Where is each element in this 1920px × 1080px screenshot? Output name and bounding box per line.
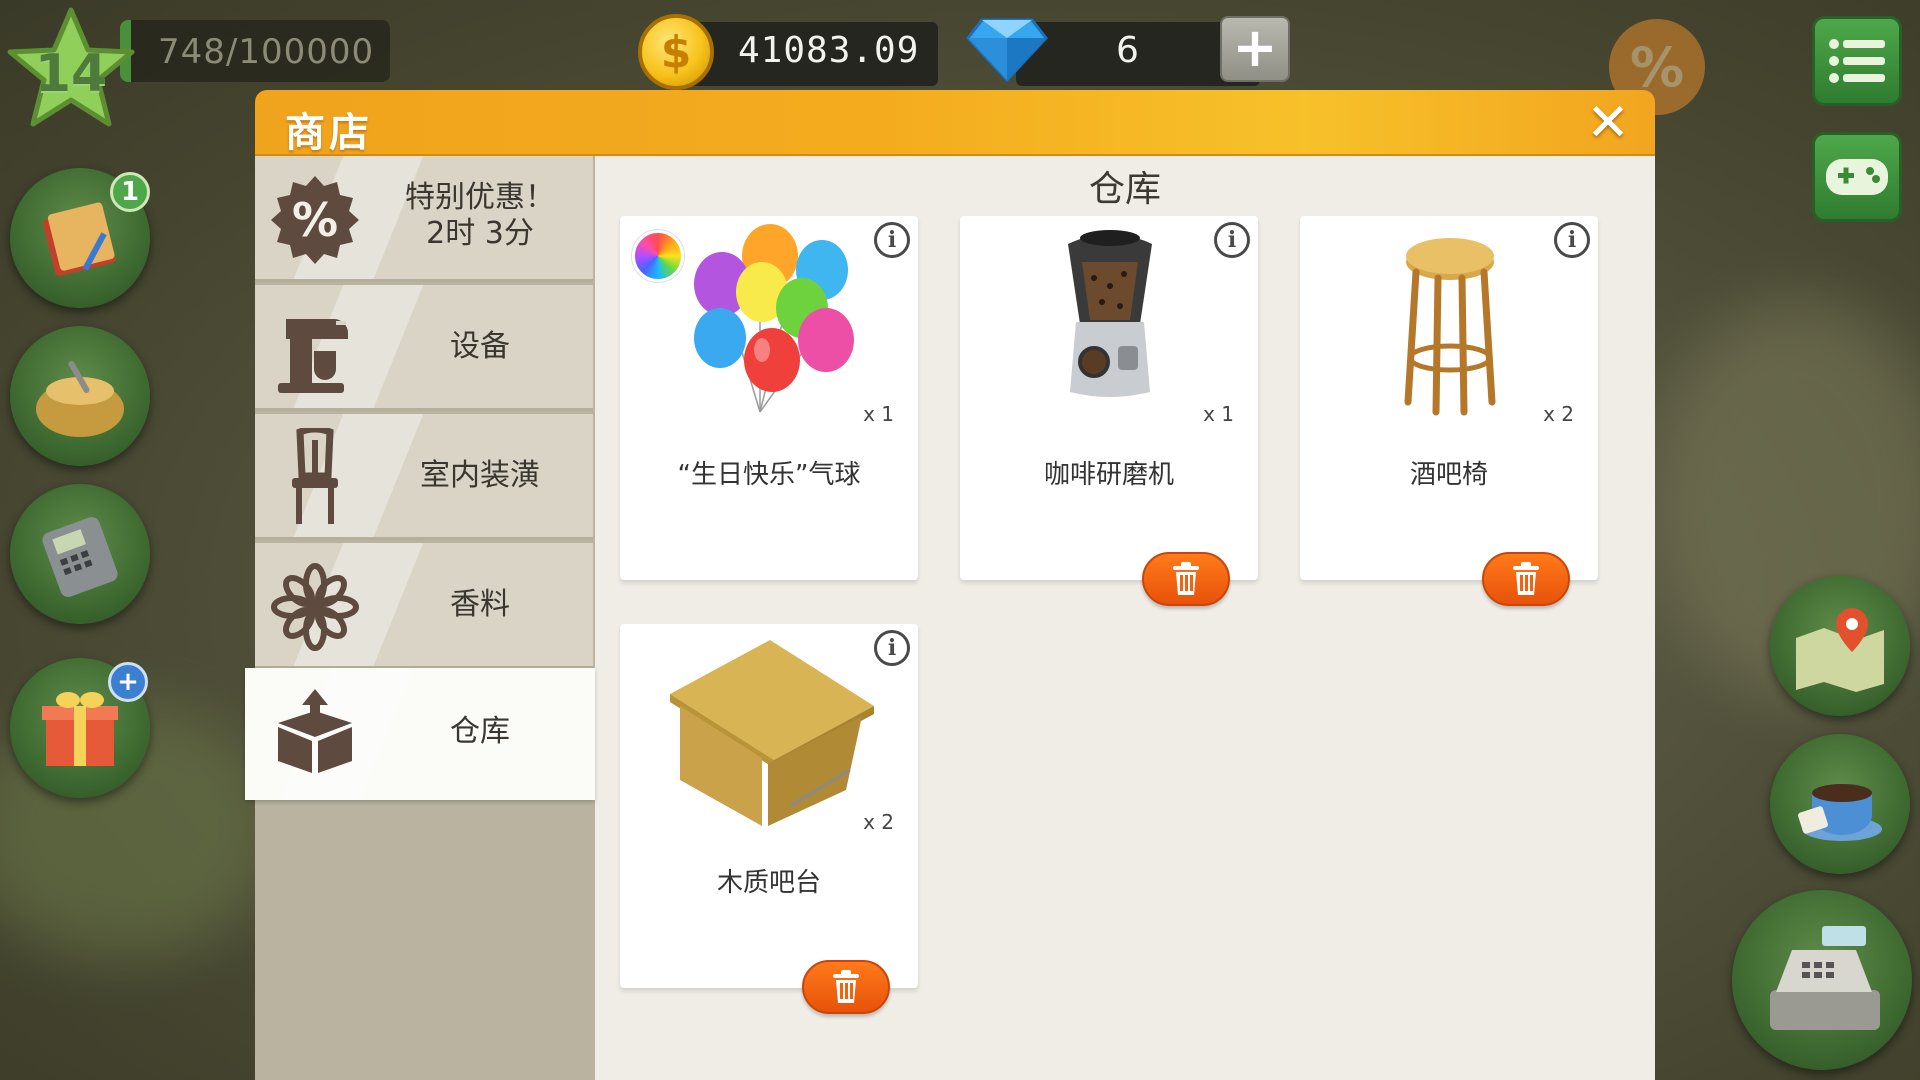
tab-label-line2: 2时 3分 xyxy=(426,216,534,251)
diamond-icon xyxy=(966,18,1048,82)
balloons-icon xyxy=(694,224,854,413)
tab-storage[interactable]: 仓库 xyxy=(245,668,595,800)
tab-special-offer[interactable]: % 特别优惠！ 2时 3分 xyxy=(255,156,593,282)
coffee-cup-icon xyxy=(1798,784,1882,841)
coin-value: 41083.09 xyxy=(738,30,920,71)
cash-register-button[interactable] xyxy=(1732,890,1912,1070)
delete-button[interactable] xyxy=(802,960,890,1014)
svg-text:%: % xyxy=(292,193,338,247)
info-icon[interactable]: i xyxy=(874,222,910,258)
trash-icon xyxy=(1173,562,1199,595)
item-name: 酒吧椅 xyxy=(1409,460,1488,490)
gamepad-icon xyxy=(1826,159,1888,195)
box-icon xyxy=(267,684,363,780)
item-quantity: x 1 xyxy=(1203,402,1234,426)
trash-icon xyxy=(833,970,859,1003)
gift-plus-badge: + xyxy=(108,662,148,702)
tab-spices[interactable]: 香料 xyxy=(255,543,593,669)
item-card-wooden-counter[interactable]: i x 2 木质吧台 xyxy=(620,624,918,1014)
item-name: 木质吧台 xyxy=(716,868,821,898)
shop-panel: 商店 ✕ % 特别优惠！ 2时 3分 设备 室内装潢 香料 仓库 仓库 i x … xyxy=(245,90,1655,1080)
trash-icon xyxy=(1513,562,1539,595)
info-icon[interactable]: i xyxy=(874,630,910,666)
flower-icon xyxy=(267,559,363,655)
coin-icon: $ xyxy=(638,14,714,90)
item-name: “生日快乐”气球 xyxy=(677,460,861,490)
level-badge[interactable]: 14 xyxy=(6,6,136,130)
item-quantity: x 2 xyxy=(1543,402,1574,426)
item-quantity: x 2 xyxy=(863,810,894,834)
add-gems-button[interactable]: + xyxy=(1220,16,1290,82)
coffee-price-button[interactable] xyxy=(1770,734,1910,874)
map-button[interactable] xyxy=(1770,576,1910,716)
tab-label: 香料 xyxy=(450,587,510,622)
tab-label: 设备 xyxy=(450,329,510,364)
tab-label: 仓库 xyxy=(450,714,510,749)
wooden-counter-icon xyxy=(670,640,874,826)
sack-icon xyxy=(36,361,124,437)
shop-sidebar: % 特别优惠！ 2时 3分 设备 室内装潢 香料 仓库 xyxy=(245,156,595,1080)
ingredients-button[interactable] xyxy=(10,326,150,466)
gift-button[interactable]: + xyxy=(10,658,150,798)
menu-button[interactable] xyxy=(1812,16,1902,106)
phone-button[interactable] xyxy=(10,484,150,624)
shop-header: 商店 ✕ xyxy=(255,90,1655,156)
item-card-balloons[interactable]: i x 1 “生日快乐”气球 xyxy=(620,216,918,580)
xp-bar: 748/100000 xyxy=(120,20,390,82)
content-title: 仓库 xyxy=(1088,169,1161,210)
cash-register-icon xyxy=(1770,926,1880,1030)
close-button[interactable]: ✕ xyxy=(1583,97,1633,149)
color-option-icon[interactable] xyxy=(632,230,684,282)
shop-body: % 特别优惠！ 2时 3分 设备 室内装潢 香料 仓库 仓库 i x 1 “生日… xyxy=(245,156,1655,1080)
item-card-coffee-grinder[interactable]: i x 1 咖啡研磨机 xyxy=(960,216,1258,606)
tab-label: 室内装潢 xyxy=(420,458,540,493)
telephone-icon xyxy=(42,517,118,597)
item-card-bar-stool[interactable]: i x 2 酒吧椅 xyxy=(1300,216,1598,606)
tab-interior[interactable]: 室内装潢 xyxy=(255,414,593,540)
percent-icon: % xyxy=(267,172,363,268)
xp-text: 748/100000 xyxy=(158,32,375,72)
coffee-grinder-icon xyxy=(1068,230,1152,397)
tab-label-line1: 特别优惠！ xyxy=(405,180,555,215)
item-name: 咖啡研磨机 xyxy=(1043,460,1174,490)
mixer-icon xyxy=(267,301,363,397)
recipe-count-badge: 1 xyxy=(110,172,150,212)
delete-button[interactable] xyxy=(1142,552,1230,606)
item-quantity: x 1 xyxy=(863,402,894,426)
chair-icon xyxy=(267,428,363,526)
map-icon xyxy=(1796,608,1884,692)
shop-title: 商店 xyxy=(285,110,373,156)
delete-button[interactable] xyxy=(1482,552,1570,606)
list-icon xyxy=(1829,39,1885,83)
minigame-button[interactable] xyxy=(1812,132,1902,222)
gem-value: 6 xyxy=(1116,30,1139,71)
recipe-book-button[interactable]: 1 xyxy=(10,168,150,308)
bar-stool-icon xyxy=(1404,238,1496,416)
info-icon[interactable]: i xyxy=(1554,222,1590,258)
tab-equipment[interactable]: 设备 xyxy=(255,285,593,411)
level-number: 14 xyxy=(34,44,108,104)
info-icon[interactable]: i xyxy=(1214,222,1250,258)
